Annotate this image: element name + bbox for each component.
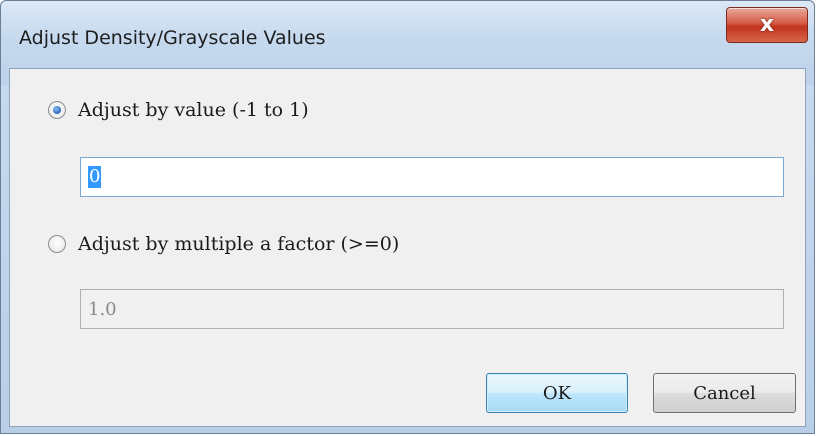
factor-input-text: 1.0 bbox=[88, 298, 117, 320]
dialog-window: Adjust Density/Grayscale Values x Adjust… bbox=[0, 0, 815, 434]
adjust-by-value-option[interactable]: Adjust by value (-1 to 1) bbox=[48, 99, 309, 121]
adjust-by-value-radio[interactable] bbox=[48, 101, 66, 119]
ok-button-label: OK bbox=[542, 382, 572, 404]
adjust-by-value-label: Adjust by value (-1 to 1) bbox=[78, 99, 309, 121]
adjust-by-factor-label: Adjust by multiple a factor (>=0) bbox=[78, 233, 400, 255]
ok-button[interactable]: OK bbox=[486, 373, 628, 413]
cancel-button[interactable]: Cancel bbox=[653, 373, 796, 413]
factor-input[interactable]: 1.0 bbox=[80, 289, 784, 329]
close-button[interactable]: x bbox=[726, 7, 808, 43]
adjust-by-factor-radio[interactable] bbox=[48, 235, 66, 253]
close-icon: x bbox=[759, 12, 775, 37]
dialog-body: Adjust by value (-1 to 1) 0 Adjust by mu… bbox=[9, 68, 806, 427]
adjust-by-factor-option[interactable]: Adjust by multiple a factor (>=0) bbox=[48, 233, 399, 255]
value-input-text: 0 bbox=[88, 166, 102, 188]
dialog-title: Adjust Density/Grayscale Values bbox=[19, 27, 326, 49]
cancel-button-label: Cancel bbox=[693, 382, 756, 404]
value-input[interactable]: 0 bbox=[80, 157, 784, 197]
